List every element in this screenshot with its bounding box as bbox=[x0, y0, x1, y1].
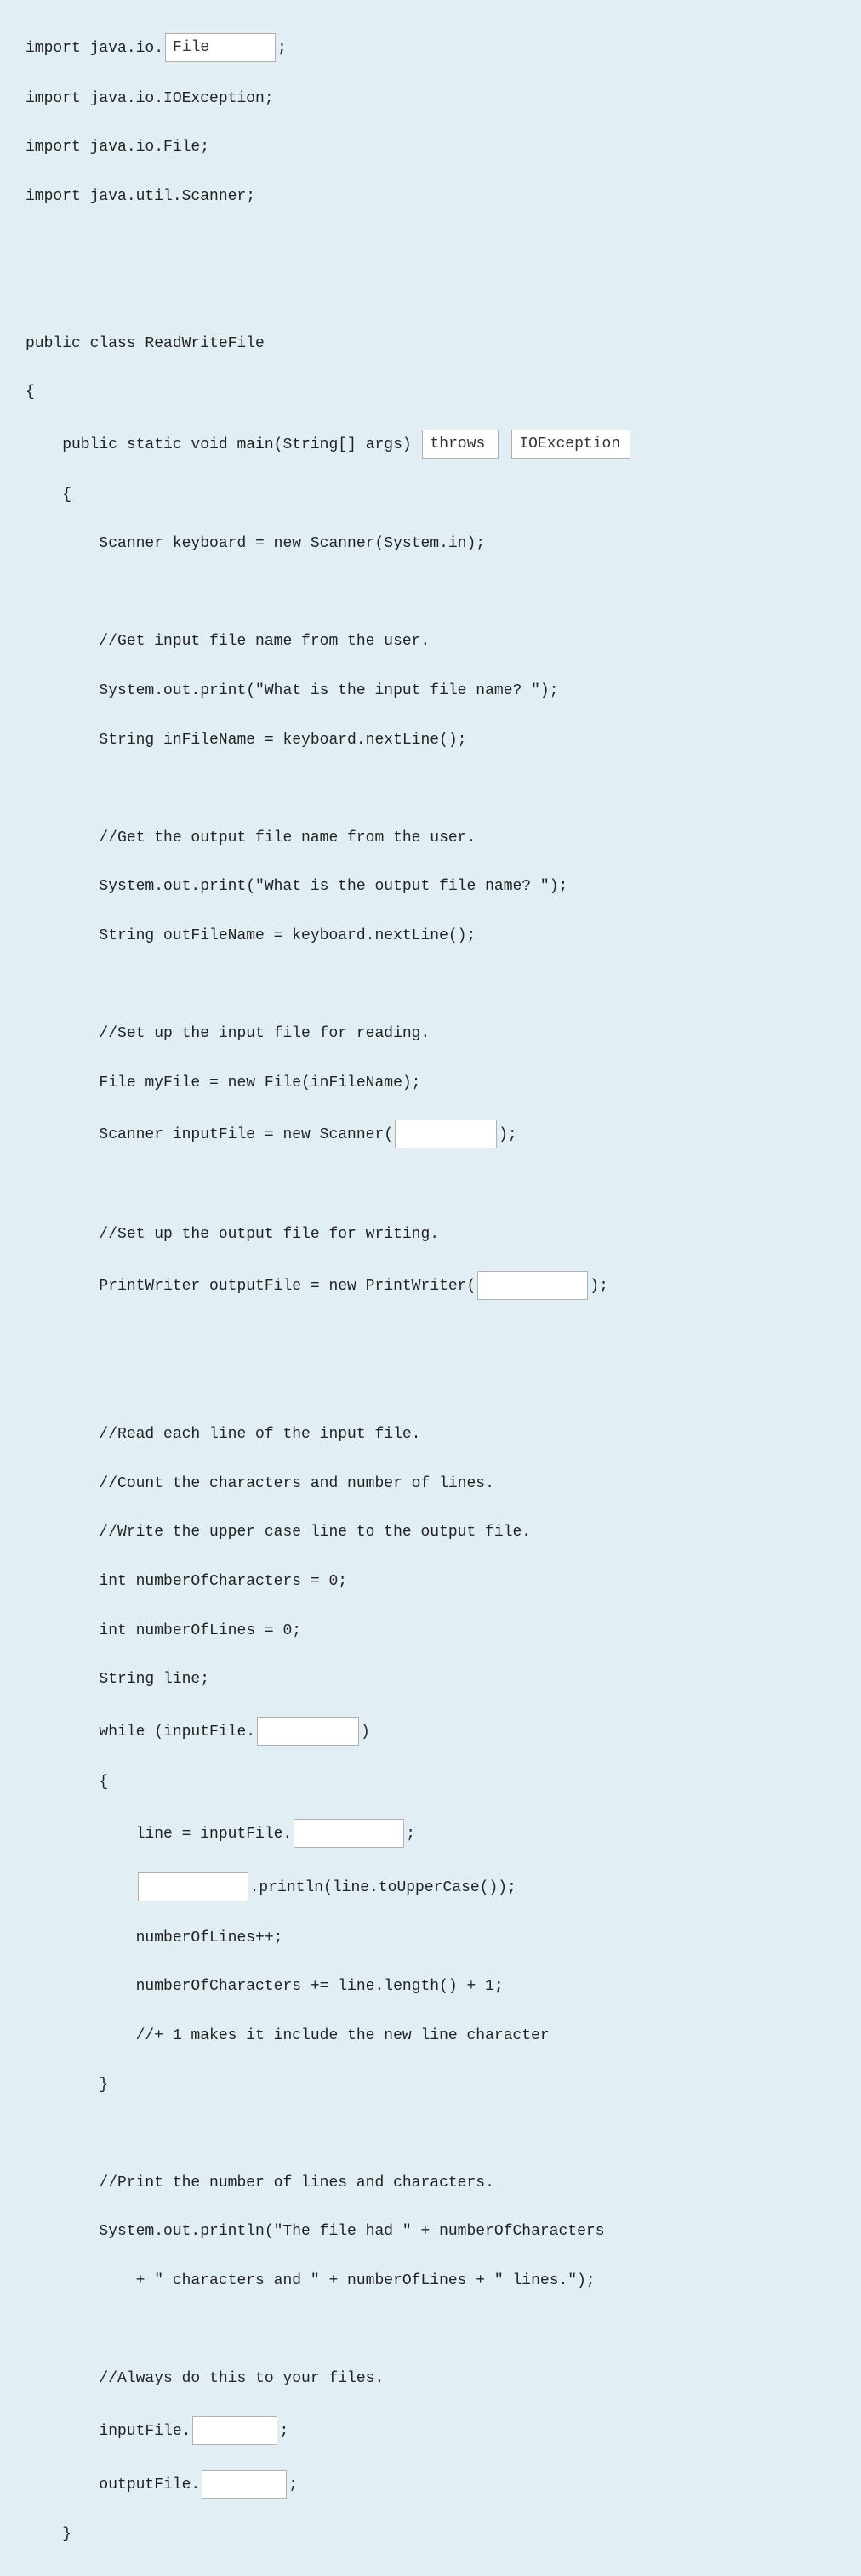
code-line bbox=[26, 581, 835, 606]
code-line: outputFile.; bbox=[26, 2470, 835, 2499]
code-line: { bbox=[26, 483, 835, 508]
code-line: int numberOfLines = 0; bbox=[26, 1619, 835, 1644]
code-text: while (inputFile. bbox=[26, 1724, 255, 1741]
code-line: line = inputFile.; bbox=[26, 1819, 835, 1848]
code-line: public class ReadWriteFile bbox=[26, 332, 835, 356]
code-line bbox=[26, 233, 835, 258]
blank-input-6[interactable] bbox=[257, 1717, 359, 1746]
code-line: //Read each line of the input file. bbox=[26, 1422, 835, 1447]
code-line: //Set up the output file for writing. bbox=[26, 1222, 835, 1247]
code-text: outputFile. bbox=[26, 2476, 200, 2493]
code-line bbox=[26, 2122, 835, 2146]
code-line: String inFileName = keyboard.nextLine(); bbox=[26, 728, 835, 753]
code-line: int numberOfCharacters = 0; bbox=[26, 1570, 835, 1594]
code-line: { bbox=[26, 1770, 835, 1795]
code-line: //Count the characters and number of lin… bbox=[26, 1472, 835, 1496]
code-line: numberOfCharacters += line.length() + 1; bbox=[26, 1975, 835, 1999]
code-line: String outFileName = keyboard.nextLine()… bbox=[26, 924, 835, 949]
blank-input-1[interactable] bbox=[165, 33, 276, 62]
blank-input-5[interactable] bbox=[477, 1271, 588, 1300]
code-text: public static void main(String[] args) bbox=[26, 436, 420, 453]
code-text: .println(line.toUpperCase()); bbox=[250, 1879, 516, 1896]
code-line bbox=[26, 282, 835, 307]
code-line: Scanner keyboard = new Scanner(System.in… bbox=[26, 532, 835, 556]
code-line: + " characters and " + numberOfLines + "… bbox=[26, 2269, 835, 2294]
blank-input-7[interactable] bbox=[294, 1819, 404, 1848]
code-line: //Set up the input file for reading. bbox=[26, 1022, 835, 1046]
code-line: import java.io.; bbox=[26, 33, 835, 62]
code-line: public static void main(String[] args) bbox=[26, 430, 835, 459]
code-line bbox=[26, 1325, 835, 1349]
code-text: ) bbox=[361, 1724, 370, 1741]
code-line: .println(line.toUpperCase()); bbox=[26, 1872, 835, 1901]
code-line: File myFile = new File(inFileName); bbox=[26, 1071, 835, 1096]
code-line: import java.io.File; bbox=[26, 135, 835, 160]
code-line bbox=[26, 1374, 835, 1399]
code-text: Scanner inputFile = new Scanner( bbox=[26, 1126, 393, 1143]
blank-input-3[interactable] bbox=[511, 430, 630, 459]
code-line: //Write the upper case line to the outpu… bbox=[26, 1520, 835, 1545]
code-text: import java.io. bbox=[26, 40, 163, 57]
code-text: PrintWriter outputFile = new PrintWriter… bbox=[26, 1278, 476, 1295]
code-line: { bbox=[26, 380, 835, 405]
blank-input-4[interactable] bbox=[395, 1120, 497, 1148]
blank-input-10[interactable] bbox=[202, 2470, 287, 2499]
code-line: //Get the output file name from the user… bbox=[26, 826, 835, 851]
blank-input-8[interactable] bbox=[138, 1872, 248, 1901]
code-line: numberOfLines++; bbox=[26, 1926, 835, 1951]
code-line: PrintWriter outputFile = new PrintWriter… bbox=[26, 1271, 835, 1300]
code-line: inputFile.; bbox=[26, 2416, 835, 2445]
code-text: ); bbox=[590, 1278, 608, 1295]
code-line: while (inputFile.) bbox=[26, 1717, 835, 1746]
blank-input-2[interactable] bbox=[422, 430, 499, 459]
code-text: line = inputFile. bbox=[26, 1826, 292, 1843]
code-text bbox=[26, 1879, 136, 1896]
code-line: } bbox=[26, 2073, 835, 2098]
code-line: Scanner inputFile = new Scanner(); bbox=[26, 1120, 835, 1148]
code-line: System.out.print("What is the output fil… bbox=[26, 875, 835, 899]
code-text: ; bbox=[288, 2476, 298, 2493]
code-line: import java.io.IOException; bbox=[26, 87, 835, 111]
code-text: ; bbox=[406, 1826, 415, 1843]
code-line: System.out.print("What is the input file… bbox=[26, 679, 835, 704]
code-line: //Always do this to your files. bbox=[26, 2367, 835, 2391]
blank-input-9[interactable] bbox=[192, 2416, 277, 2445]
code-line: System.out.println("The file had " + num… bbox=[26, 2220, 835, 2244]
code-line: //Get input file name from the user. bbox=[26, 630, 835, 654]
code-line bbox=[26, 972, 835, 997]
code-line: import java.util.Scanner; bbox=[26, 185, 835, 209]
code-block: import java.io.; import java.io.IOExcept… bbox=[0, 0, 861, 2576]
code-line: //Print the number of lines and characte… bbox=[26, 2171, 835, 2196]
code-line: } bbox=[26, 2522, 835, 2547]
code-text: ; bbox=[279, 2422, 288, 2439]
code-line bbox=[26, 777, 835, 801]
code-line bbox=[26, 2318, 835, 2343]
code-line bbox=[26, 1173, 835, 1198]
code-text: inputFile. bbox=[26, 2422, 191, 2439]
code-text: ; bbox=[277, 40, 287, 57]
code-text: ); bbox=[499, 1126, 517, 1143]
code-line: //+ 1 makes it include the new line char… bbox=[26, 2024, 835, 2049]
code-text bbox=[500, 436, 510, 453]
code-line: String line; bbox=[26, 1667, 835, 1692]
